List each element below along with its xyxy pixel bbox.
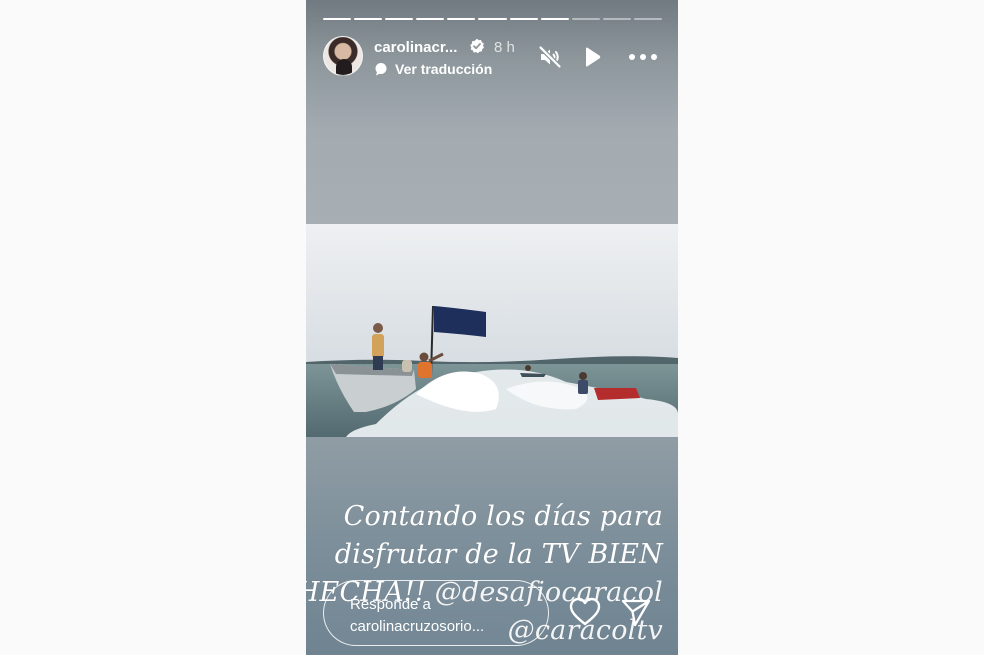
play-icon [586, 47, 601, 67]
heart-icon [569, 597, 601, 626]
post-time: 8 h [494, 39, 515, 56]
more-options-icon [629, 54, 657, 60]
progress-segment [602, 18, 631, 20]
mute-button[interactable] [537, 44, 563, 70]
translate-link[interactable]: Ver traducción [374, 61, 492, 77]
reply-placeholder-line-1: Responde a [350, 596, 431, 613]
mute-icon [538, 45, 562, 69]
like-button[interactable] [569, 597, 601, 627]
progress-segment [509, 18, 538, 20]
progress-segment [447, 18, 476, 20]
progress-segment [385, 18, 414, 20]
reply-input[interactable]: Responde a carolinacruzosorio... [323, 580, 549, 646]
username[interactable]: carolinacr... [374, 39, 457, 56]
caption-line-1: Contando los días para [343, 501, 663, 532]
more-options-button[interactable] [625, 44, 661, 70]
verified-badge-icon [469, 38, 485, 54]
translate-icon [375, 63, 387, 76]
progress-segment [323, 18, 352, 20]
story-progress-bar [323, 18, 663, 20]
story-header: carolinacr... 8 h Ver traducción [323, 36, 662, 78]
progress-segment [478, 18, 507, 20]
progress-segment [633, 18, 663, 20]
progress-segment [354, 18, 383, 20]
progress-segment [540, 18, 569, 20]
story-viewer[interactable]: carolinacr... 8 h Ver traducción Contand… [306, 0, 678, 655]
send-button[interactable] [621, 599, 651, 627]
avatar[interactable] [323, 36, 363, 76]
translate-label: Ver traducción [395, 61, 493, 77]
story-photo-boats [306, 224, 678, 437]
send-icon [621, 599, 651, 627]
play-button[interactable] [579, 44, 605, 70]
progress-segment [416, 18, 445, 20]
caption-line-2: disfrutar de la TV BIEN [334, 539, 663, 570]
progress-segment [571, 18, 600, 20]
reply-placeholder-line-2: carolinacruzosorio... [350, 618, 485, 635]
